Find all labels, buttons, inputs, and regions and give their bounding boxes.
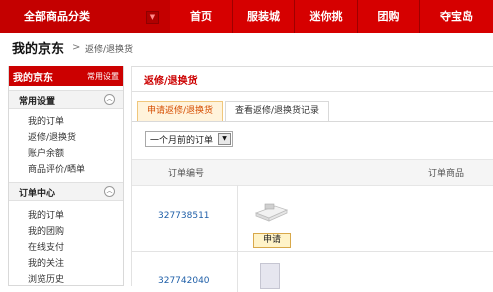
sidebar-item-my-orders[interactable]: 我的订单 <box>28 114 64 127</box>
chevron-down-icon[interactable]: ▼ <box>218 133 231 145</box>
sidebar-settings-link[interactable]: 常用设置 <box>87 71 119 82</box>
sidebar-item-following[interactable]: 我的关注 <box>28 256 64 269</box>
sidebar-title[interactable]: 我的京东 <box>13 69 53 84</box>
order-id-link[interactable]: 327738511 <box>158 211 210 221</box>
table-row: 327738511 申请 <box>132 185 493 252</box>
column-order-id: 订单编号 <box>168 169 205 179</box>
divider <box>132 121 493 122</box>
column-products: 订单商品 <box>428 169 465 179</box>
order-period-select[interactable]: 一个月前的订单 ▼ <box>145 131 233 147</box>
nav-item-home[interactable]: 首页 <box>170 0 232 33</box>
sidebar-group-title: 常用设置 <box>19 97 56 107</box>
divider <box>237 252 238 292</box>
sidebar-header: 我的京东 常用设置 <box>9 66 123 86</box>
table-row: 327742040 <box>132 252 493 292</box>
main-panel: 返修/退换货 申请返修/退换货 查看返修/退换货记录 一个月前的订单 ▼ 订单编… <box>131 66 493 292</box>
sidebar-item-returns[interactable]: 返修/退换货 <box>28 130 76 143</box>
nav-item-clothing[interactable]: 服装城 <box>233 0 294 33</box>
divider <box>237 185 238 251</box>
collapse-icon[interactable]: ︿ <box>104 186 115 197</box>
sidebar-item-orders[interactable]: 我的订单 <box>28 208 64 221</box>
sidebar-item-history[interactable]: 浏览历史 <box>28 272 64 285</box>
tab-apply-return[interactable]: 申请返修/退换货 <box>137 101 223 121</box>
apply-button[interactable]: 申请 <box>253 233 291 248</box>
sidebar-item-reviews[interactable]: 商品评价/晒单 <box>28 162 85 175</box>
tab-return-records[interactable]: 查看返修/退换货记录 <box>225 101 329 121</box>
collapse-icon[interactable]: ︿ <box>104 94 115 105</box>
product-thumbnail[interactable] <box>260 263 280 289</box>
sidebar-group-common-settings[interactable]: 常用设置 ︿ <box>9 90 123 109</box>
sidebar-item-online-pay[interactable]: 在线支付 <box>28 240 64 253</box>
product-thumbnail[interactable] <box>253 197 291 223</box>
nav-item-mini[interactable]: 迷你挑 <box>295 0 357 33</box>
sidebar-item-balance[interactable]: 账户余额 <box>28 146 64 159</box>
all-categories-label: 全部商品分类 <box>24 10 90 23</box>
nav-item-auction[interactable]: 夺宝岛 <box>420 0 493 33</box>
page-title: 我的京东 <box>12 42 65 57</box>
sidebar: 我的京东 常用设置 常用设置 ︿ 我的订单 返修/退换货 账户余额 商品评价/晒… <box>8 66 124 286</box>
breadcrumb: 返修/退换货 <box>85 45 134 55</box>
sidebar-group-title: 订单中心 <box>19 189 56 199</box>
sidebar-item-groupbuy[interactable]: 我的团购 <box>28 224 64 237</box>
order-period-value: 一个月前的订单 <box>150 136 214 146</box>
divider <box>132 91 493 92</box>
sidebar-group-order-center[interactable]: 订单中心 ︿ <box>9 182 123 201</box>
breadcrumb-separator: > <box>72 42 81 53</box>
nav-item-groupbuy[interactable]: 团购 <box>358 0 419 33</box>
all-categories-button[interactable]: 全部商品分类 ▼ <box>0 0 170 33</box>
table-header: 订单编号 订单商品 <box>132 159 493 186</box>
chevron-down-icon: ▼ <box>146 11 159 24</box>
top-nav: 全部商品分类 ▼ 首页 服装城 迷你挑 团购 夺宝岛 <box>0 0 493 33</box>
section-title: 返修/退换货 <box>144 76 198 87</box>
